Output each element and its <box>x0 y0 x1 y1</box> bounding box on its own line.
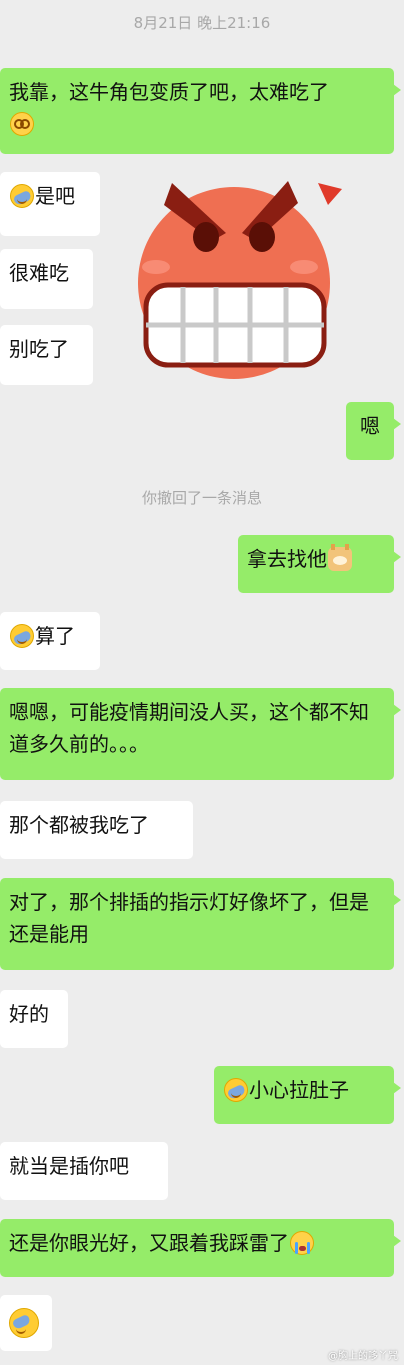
watermark: @胸上的哆丫咒 <box>328 1351 398 1362</box>
message-bubble-received[interactable]: 别吃了 <box>0 325 93 385</box>
message-text: 拿去找他 <box>247 547 327 571</box>
message-bubble-sent[interactable]: 我靠，这牛角包变质了吧，太难吃了 <box>0 68 401 154</box>
message-bubble-received[interactable]: 好的 <box>0 990 68 1048</box>
message-text: 很难吃 <box>9 261 69 285</box>
message-bubble-received[interactable]: 就当是插你吧 <box>0 1142 168 1200</box>
message-bubble-received[interactable]: 那个都被我吃了 <box>0 801 193 859</box>
message-text: 算了 <box>35 624 75 648</box>
message-text: 小心拉肚子 <box>249 1078 349 1102</box>
message-text: 我靠，这牛角包变质了吧，太难吃了 <box>9 80 329 104</box>
facepalm-emoji-icon <box>9 1308 39 1338</box>
message-bubble-received[interactable]: 很难吃 <box>0 249 93 309</box>
message-bubble-sent[interactable]: 还是你眼光好，又跟着我踩雷了 <box>0 1219 401 1277</box>
message-bubble-sent[interactable]: 嗯嗯，可能疫情期间没人买，这个都不知道多久前的。。。 <box>0 688 401 780</box>
message-text: 还是你眼光好，又跟着我踩雷了 <box>9 1231 289 1255</box>
message-text: 嗯嗯，可能疫情期间没人买，这个都不知道多久前的。。。 <box>9 700 369 756</box>
timestamp: 8月21日 晚上21:16 <box>133 14 271 32</box>
angry-face-sticker[interactable] <box>128 175 346 380</box>
recall-notice: 你撤回了一条消息 <box>141 489 262 507</box>
message-bubble-sent[interactable]: 小心拉肚子 <box>214 1066 401 1124</box>
message-text: 好的 <box>9 1002 49 1026</box>
message-text: 对了，那个排插的指示灯好像坏了，但是还是能用 <box>9 890 369 946</box>
message-bubble-sent[interactable]: 对了，那个排插的指示灯好像坏了，但是还是能用 <box>0 878 401 970</box>
facepalm-emoji-icon <box>10 184 34 208</box>
doge-emoji-icon <box>328 544 352 571</box>
message-text: 嗯 <box>360 414 380 438</box>
dizzy-face-emoji-icon <box>10 112 34 136</box>
facepalm-emoji-icon <box>224 1078 248 1102</box>
message-bubble-sent[interactable]: 嗯 <box>346 402 401 460</box>
message-text: 是吧 <box>35 184 75 208</box>
message-text: 那个都被我吃了 <box>9 813 149 837</box>
message-text: 就当是插你吧 <box>9 1154 129 1178</box>
crying-emoji-icon <box>290 1231 314 1255</box>
facepalm-emoji-icon <box>10 624 34 648</box>
message-text: 别吃了 <box>9 337 69 361</box>
message-bubble-received[interactable]: 是吧 <box>0 172 100 236</box>
message-bubble-sent[interactable]: 拿去找他 <box>238 535 401 593</box>
message-bubble-received[interactable]: 算了 <box>0 612 100 670</box>
message-bubble-received[interactable] <box>0 1295 52 1351</box>
